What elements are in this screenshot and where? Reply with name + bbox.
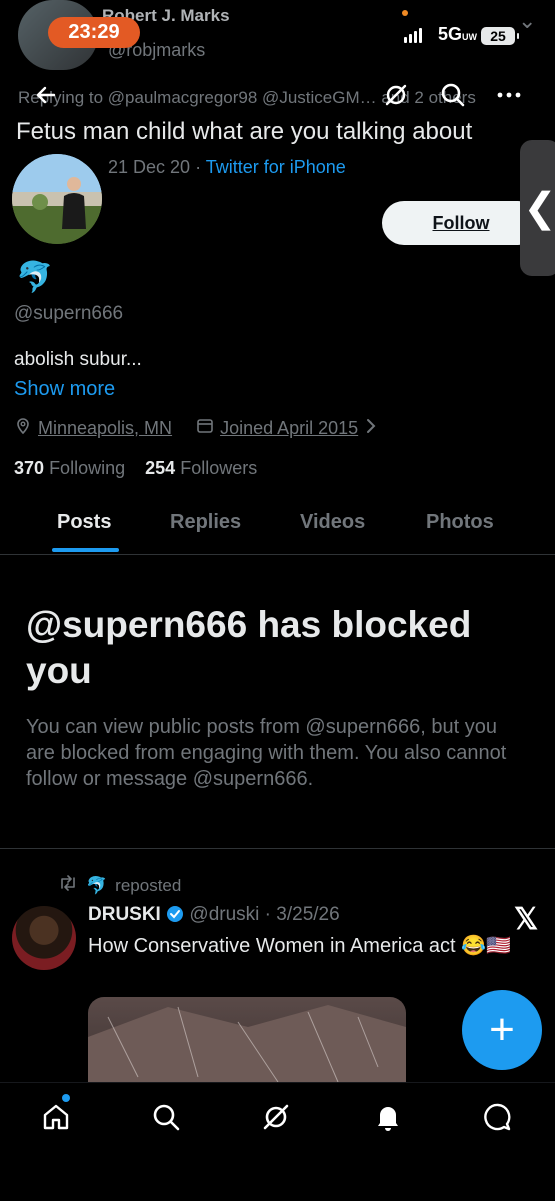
blocked-title: @supern666 has blocked you: [26, 604, 472, 691]
home-unread-dot: [62, 1094, 70, 1102]
chevron-down-icon[interactable]: ⌄: [518, 8, 536, 34]
more-icon[interactable]: [496, 88, 522, 106]
home-icon[interactable]: [40, 1101, 72, 1138]
post-header: DRUSKI @druski · 3/25/26: [88, 904, 340, 925]
tab-replies[interactable]: Replies: [170, 511, 241, 534]
post-author-avatar[interactable]: [12, 906, 76, 970]
explore-icon[interactable]: [150, 1101, 182, 1138]
followers-link[interactable]: 254 Followers: [145, 458, 257, 478]
tab-photos[interactable]: Photos: [426, 511, 494, 534]
repost-icon: [58, 875, 78, 896]
calendar-icon: [196, 417, 214, 440]
side-panel-handle[interactable]: ❮: [520, 140, 555, 276]
profile-meta: Minneapolis, MN Joined April 2015: [14, 417, 378, 440]
compose-button[interactable]: +: [462, 990, 542, 1070]
tab-videos[interactable]: Videos: [300, 511, 365, 534]
profile-handle: @supern666: [14, 303, 124, 324]
signal-icon: [404, 28, 422, 43]
search-icon[interactable]: [440, 82, 466, 113]
tweet-date: 21 Dec 20: [108, 157, 191, 177]
profile-location[interactable]: Minneapolis, MN: [38, 418, 172, 439]
tab-posts[interactable]: Posts: [57, 511, 111, 534]
background-tweet-text: Fetus man child what are you talking abo…: [16, 118, 473, 145]
repost-context: 🐬 reposted: [58, 875, 181, 896]
back-arrow-icon[interactable]: [34, 82, 58, 114]
post-author-handle[interactable]: @druski: [189, 904, 259, 925]
profile-avatar[interactable]: [12, 154, 102, 244]
grok-icon[interactable]: [260, 1101, 292, 1138]
grok-icon[interactable]: [383, 82, 409, 113]
divider: [0, 848, 555, 849]
verified-icon: [166, 904, 189, 925]
background-tweet-meta: 21 Dec 20 · Twitter for iPhone: [108, 157, 346, 177]
post-author-name[interactable]: DRUSKI: [88, 904, 161, 925]
following-link[interactable]: 370 Following: [14, 458, 125, 478]
follow-counts: 370 Following 254 Followers: [14, 458, 257, 479]
messages-icon[interactable]: [482, 1101, 514, 1138]
notifications-icon[interactable]: [372, 1101, 404, 1138]
blocked-body: You can view public posts from @supern66…: [26, 716, 507, 790]
profile-display-name: 🐬: [16, 261, 54, 294]
privacy-indicator: [402, 10, 408, 16]
tweet-client[interactable]: Twitter for iPhone: [206, 157, 346, 177]
battery-icon: 25: [481, 27, 519, 45]
active-tab-indicator: [52, 548, 119, 552]
network-label: 5GUW: [438, 24, 478, 44]
show-more-link[interactable]: Show more: [14, 378, 115, 401]
location-icon: [14, 417, 32, 440]
repost-label: reposted: [115, 875, 182, 895]
bottom-nav: [0, 1082, 555, 1201]
follow-button[interactable]: Follow: [382, 201, 540, 245]
post-text: How Conservative Women in America act 😂🇺…: [88, 935, 511, 957]
profile-tabs: Posts Replies Videos Photos: [0, 500, 555, 555]
profile-joined[interactable]: Joined April 2015: [220, 418, 358, 439]
post-date: 3/25/26: [276, 904, 340, 925]
repost-emoji: 🐬: [86, 875, 108, 895]
profile-bio: abolish subur...: [14, 349, 142, 370]
chevron-right-icon[interactable]: [364, 418, 378, 439]
status-time: 23:29: [48, 17, 140, 48]
